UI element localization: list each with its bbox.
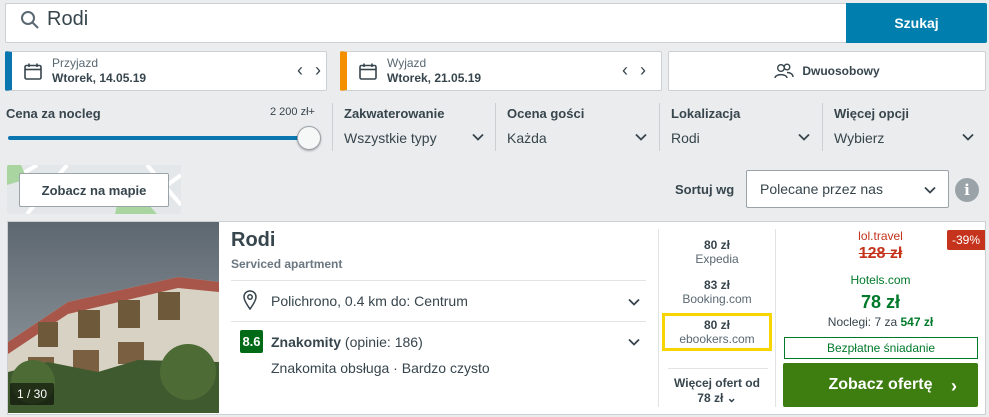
chevron-left-icon[interactable]: ‹	[617, 61, 633, 79]
more-offers-link[interactable]: Więcej ofert od 78 zł ⌄	[662, 376, 772, 406]
price-max-label: 2 200 zł+	[270, 106, 315, 118]
rating-summary[interactable]: Znakomity (opinie: 186)	[271, 334, 423, 350]
old-price: 128 zł	[858, 245, 903, 262]
chevron-down-icon[interactable]	[634, 130, 648, 144]
sort-select-value: Polecane przez nas	[760, 181, 883, 197]
deal-item[interactable]: 80 zł Expedia	[662, 238, 772, 266]
checkin-date: Wtorek, 14.05.19	[52, 71, 147, 85]
rating-highlights: Znakomita obsługa · Bardzo czysto	[271, 360, 490, 376]
accommodation-filter-value[interactable]: Wszystkie typy	[344, 130, 437, 146]
rating-reviews: (opinie: 186)	[344, 334, 423, 350]
chevron-down-icon	[924, 186, 936, 194]
view-map-button[interactable]: Zobacz na mapie	[19, 173, 169, 207]
nights-prefix: Noclegi: 7 za	[827, 315, 898, 329]
price-slider-handle[interactable]	[297, 126, 321, 150]
price-filter-label: Cena za nocleg	[6, 106, 101, 121]
chevron-down-icon[interactable]	[961, 130, 975, 144]
photo-counter: 1 / 30	[10, 383, 55, 405]
checkout-picker[interactable]: Wyjazd Wtorek, 21.05.19 ‹ ›	[340, 51, 662, 91]
rating-filter-label: Ocena gości	[507, 106, 585, 121]
room-type-selector[interactable]: Dwuosobowy	[668, 51, 986, 91]
best-deal-price[interactable]: 78 zł	[783, 292, 978, 313]
search-icon	[21, 11, 39, 29]
nights-total: Noclegi: 7 za 547 zł	[783, 315, 978, 329]
more-options-value[interactable]: Wybierz	[834, 130, 884, 146]
deal-price: 83 zł	[703, 278, 730, 292]
chevron-right-icon[interactable]: ›	[310, 61, 326, 79]
accommodation-filter-label: Zakwaterowanie	[344, 106, 445, 121]
divider	[231, 321, 646, 322]
location-filter-label: Lokalizacja	[671, 106, 741, 121]
deal-site: Booking.com	[682, 292, 752, 306]
more-offers-price: 78 zł	[697, 391, 724, 405]
chevron-down-icon[interactable]	[797, 130, 811, 144]
checkin-label: Przyjazd	[52, 56, 99, 70]
chevron-down-icon: ⌄	[726, 391, 737, 405]
chevron-left-icon[interactable]: ‹	[292, 61, 308, 79]
divider	[775, 229, 776, 407]
filter-divider	[495, 103, 496, 151]
sort-label: Sortuj wg	[675, 182, 735, 197]
rating-score-badge: 8.6	[240, 330, 263, 353]
room-type-label: Dwuosobowy	[802, 64, 880, 78]
deal-site: ebookers.com	[679, 332, 755, 346]
deal-price: 80 zł	[703, 238, 730, 252]
best-deal-site[interactable]: Hotels.com	[783, 273, 978, 287]
chevron-down-icon[interactable]	[627, 335, 641, 349]
price-slider-track[interactable]	[8, 136, 310, 140]
chevron-down-icon[interactable]	[471, 130, 485, 144]
rating-word: Znakomity	[271, 334, 342, 350]
more-options-label: Więcej opcji	[834, 106, 910, 121]
deal-item[interactable]: 80 zł ebookers.com	[662, 318, 772, 346]
checkin-picker[interactable]: Przyjazd Wtorek, 14.05.19 ‹ ›	[5, 51, 327, 91]
deal-site: Expedia	[695, 252, 739, 266]
divider	[658, 229, 659, 407]
search-input[interactable]	[5, 3, 846, 43]
info-icon[interactable]: i	[955, 178, 979, 202]
chevron-down-icon[interactable]	[627, 295, 641, 309]
hotel-location[interactable]: Polichrono, 0.4 km do: Centrum	[271, 293, 468, 309]
location-pin-icon	[243, 290, 257, 310]
free-breakfast-badge: Bezpłatne śniadanie	[784, 337, 978, 359]
search-input-value[interactable]: Rodi	[47, 8, 88, 31]
more-offers-label: Więcej ofert od	[674, 376, 760, 390]
hotel-type: Serviced apartment	[231, 257, 343, 271]
filter-divider	[659, 103, 660, 151]
guests-icon	[774, 63, 795, 79]
checkout-date: Wtorek, 21.05.19	[387, 71, 482, 85]
deal-item[interactable]: 83 zł Booking.com	[662, 278, 772, 306]
calendar-icon	[24, 63, 42, 80]
sort-select[interactable]: Polecane przez nas	[746, 170, 949, 208]
checkout-label: Wyjazd	[387, 56, 427, 70]
chevron-right-icon: ›	[951, 376, 957, 396]
divider	[231, 280, 646, 281]
filter-divider	[332, 103, 333, 151]
old-price-site: lol.travel	[858, 229, 903, 243]
view-deal-button[interactable]: Zobacz ofertę	[783, 363, 978, 407]
rating-filter-value[interactable]: Każda	[507, 130, 547, 146]
location-filter-value[interactable]: Rodi	[671, 130, 700, 146]
divider	[668, 368, 768, 369]
calendar-icon	[359, 63, 377, 80]
filter-divider	[822, 103, 823, 151]
hotel-name[interactable]: Rodi	[231, 229, 275, 252]
nights-total-price: 547 zł	[900, 315, 934, 329]
chevron-right-icon[interactable]: ›	[635, 61, 651, 79]
deal-price: 80 zł	[703, 318, 730, 332]
search-button[interactable]: Szukaj	[846, 3, 987, 43]
